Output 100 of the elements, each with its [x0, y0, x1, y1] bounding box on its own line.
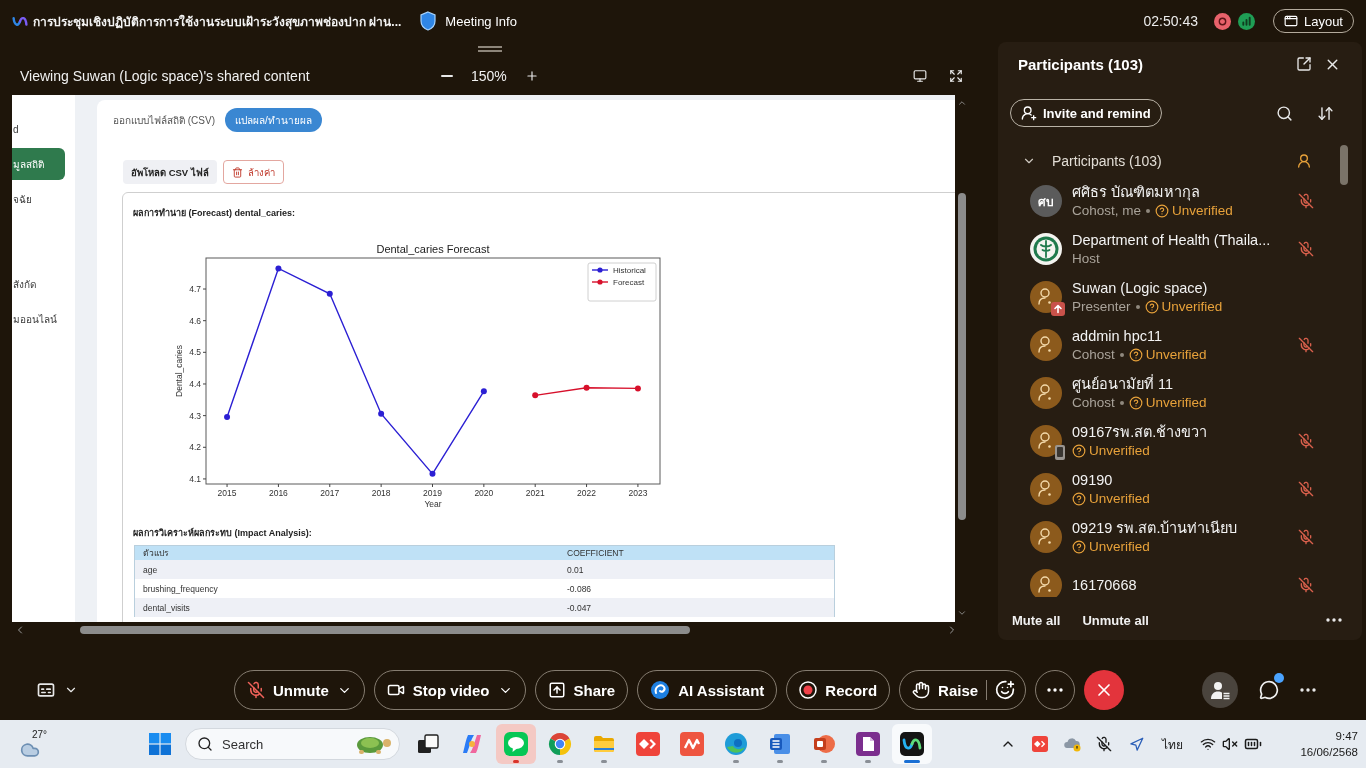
chevron-down-icon — [956, 608, 967, 618]
participant-role: Cohost — [1072, 346, 1115, 364]
data-point — [634, 385, 641, 392]
guest-avatar-icon — [1030, 425, 1062, 457]
quick-settings-button[interactable] — [1200, 735, 1262, 753]
data-point — [429, 470, 436, 477]
participant-status: Unverified — [1089, 538, 1150, 556]
participant-name: Department of Health (Thaila... — [1072, 231, 1271, 250]
axis-label: Year — [424, 499, 442, 509]
tick-label: 2017 — [320, 488, 340, 498]
raise-hand-button[interactable]: Raise — [912, 681, 979, 699]
guest-avatar-icon — [1030, 473, 1062, 505]
diamond-tile-icon — [636, 732, 660, 756]
tick-label: 4.3 — [189, 410, 201, 421]
participant-name: ศูนย์อนามัยที่ 11 — [1072, 374, 1175, 394]
sidebar-item[interactable]: จฉัย — [12, 183, 65, 215]
data-point — [583, 384, 590, 391]
tick-label: 2019 — [423, 488, 442, 498]
sidebar-item[interactable]: d — [12, 113, 65, 145]
trash-icon — [231, 166, 243, 178]
meeting-timer: 02:50:43 — [1143, 13, 1198, 29]
tick-label: 2021 — [525, 488, 545, 498]
hand-icon — [912, 681, 931, 699]
axis-label: Dental_caries — [174, 345, 184, 397]
leave-button[interactable] — [1084, 670, 1125, 710]
legend-swatch-icon — [591, 279, 609, 285]
tab[interactable]: ออกแบบไฟล์สถิติ (CSV) — [113, 108, 215, 132]
tick-label: 4.6 — [189, 315, 201, 326]
participant-name: Suwan (Logic space) — [1072, 279, 1209, 298]
scrollbar-thumb[interactable] — [80, 626, 690, 634]
swirl-logo-icon — [724, 732, 748, 756]
sidebar-item[interactable]: มูลสถิติ — [12, 148, 65, 180]
participant-status: Unverified — [1089, 442, 1150, 460]
footer-button[interactable]: Unmute all — [1082, 612, 1149, 628]
minus-icon — [441, 74, 453, 77]
chart-title: Dental_caries Forecast — [376, 243, 490, 255]
zoom-out-button[interactable] — [441, 74, 453, 77]
tick-label: 2020 — [474, 488, 494, 498]
upload-button[interactable]: อัพโหลด CSV ไฟล์ — [123, 160, 217, 184]
input-language[interactable]: ไทย — [1152, 734, 1192, 754]
zoom-in-button[interactable] — [524, 68, 539, 83]
person-icon — [1296, 153, 1312, 169]
table-cell-text: dental_visits — [142, 602, 191, 613]
table-cell-text: 0.01 — [566, 564, 585, 575]
sort-button[interactable] — [1317, 104, 1334, 122]
question-circle-icon — [1072, 492, 1086, 506]
panel-toggle-button[interactable] — [1202, 672, 1239, 708]
question-circle-icon — [1072, 444, 1086, 458]
fullscreen-button[interactable] — [949, 68, 963, 83]
group-label: Participants (103) — [1052, 153, 1162, 169]
separator-dot-icon — [1119, 401, 1124, 405]
chat-bubble-icon — [1259, 680, 1280, 700]
search-button[interactable] — [1276, 104, 1293, 122]
tick-label: 2023 — [628, 488, 648, 498]
participant-role: Host — [1072, 250, 1100, 268]
search-field[interactable]: Search — [185, 728, 400, 760]
legend-label: Historical — [613, 266, 646, 275]
document-tile-icon — [768, 732, 792, 756]
participant-name: 09167รพ.สต.ช้างขวา — [1072, 423, 1208, 442]
taskbar-app-button[interactable] — [892, 724, 932, 764]
participant-status: Unverified — [1145, 394, 1207, 412]
separator-dot-icon — [1119, 353, 1124, 357]
tab[interactable]: แปลผล/ทำนายผล — [225, 108, 322, 132]
record-indicator-icon — [1213, 12, 1231, 30]
ellipsis-icon — [1300, 688, 1317, 692]
shield-icon — [419, 11, 438, 31]
meeting-info-button[interactable]: Meeting Info — [419, 11, 517, 31]
legend-label: Forecast — [613, 278, 645, 287]
scrollbar-thumb[interactable] — [1340, 145, 1348, 185]
drag-handle[interactable] — [478, 46, 502, 52]
participant-status: Unverified — [1145, 346, 1207, 364]
legend-swatch-icon — [591, 267, 609, 273]
swirl-logo-icon — [650, 680, 671, 700]
question-circle-icon — [1128, 348, 1143, 362]
clear-button[interactable]: ล้างค่า — [222, 160, 284, 184]
data-point — [326, 290, 333, 297]
person-list-icon — [1210, 680, 1231, 700]
loop-logo-icon — [900, 732, 924, 756]
guest-avatar-icon — [1030, 569, 1062, 597]
captions-button[interactable] — [36, 680, 78, 700]
clock-time: 9:47 — [1335, 729, 1358, 744]
circle-logo-icon — [548, 732, 572, 756]
tick-label: 4.7 — [189, 284, 201, 294]
sidebar-item[interactable]: สังกัด — [12, 268, 65, 300]
meeting-title: การประชุมเชิงปฏิบัติการการใช้งานระบบเฝ้าระวังสุขภาพช่องปาก ผ่าน... — [33, 13, 402, 31]
data-point — [532, 392, 539, 399]
participant-name: 09219 รพ.สต.บ้านท่าเนียบ — [1072, 519, 1238, 538]
sidebar-item[interactable]: มออนไลน์ — [12, 303, 65, 335]
monitor-button[interactable] — [913, 68, 927, 83]
pop-out-button[interactable] — [1296, 56, 1312, 72]
chat-bubble-tile-icon — [504, 732, 528, 756]
weather-button[interactable]: 27° — [14, 724, 58, 764]
footer-button[interactable]: Mute all — [1012, 612, 1061, 628]
scrollbar-thumb[interactable] — [957, 193, 966, 520]
panel-title: Participants (103) — [1018, 55, 1144, 73]
share-icon — [547, 681, 566, 699]
chevron-up-icon — [956, 98, 967, 108]
clock-button[interactable]: 9:47 16/06/2568 — [1300, 728, 1358, 760]
more-button[interactable] — [1300, 688, 1317, 692]
reactions-button[interactable] — [995, 680, 1016, 700]
